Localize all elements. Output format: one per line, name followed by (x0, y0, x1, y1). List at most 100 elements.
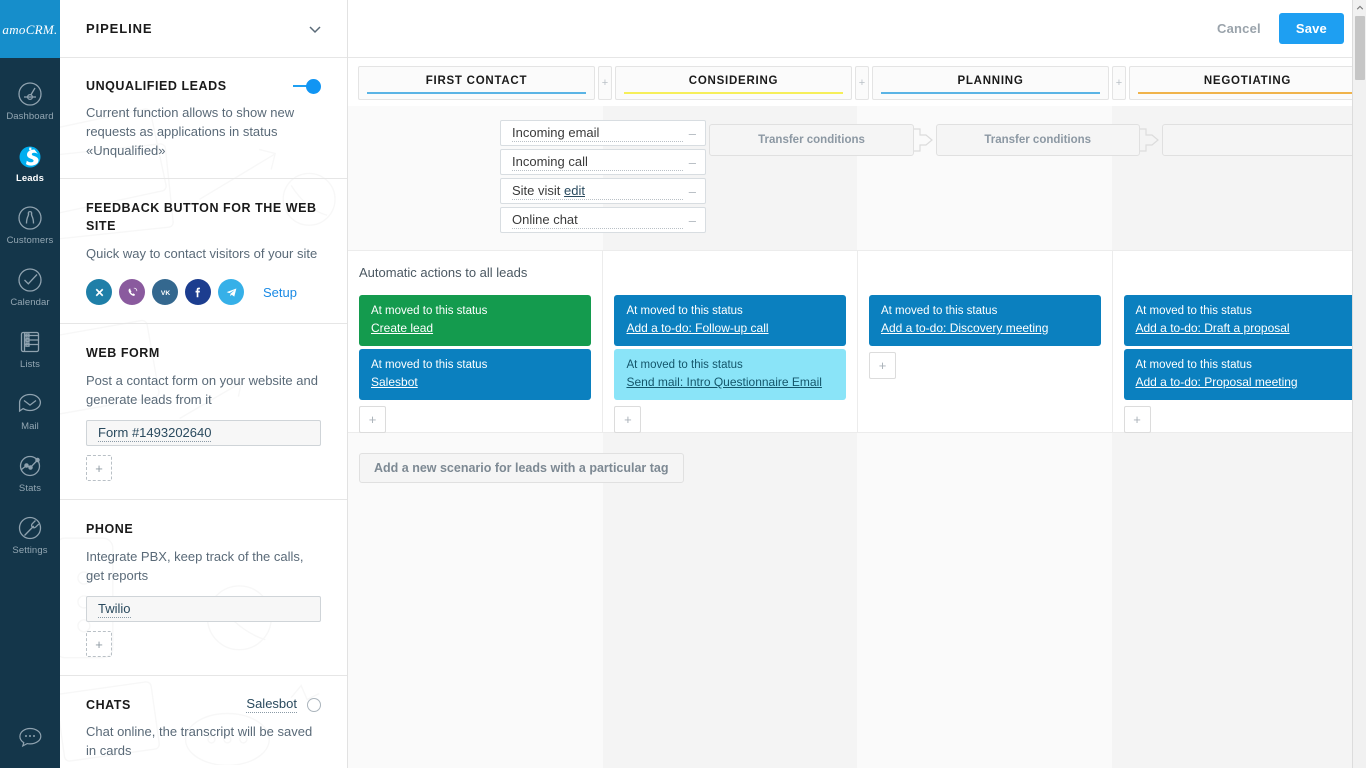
action-card[interactable]: At moved to this status Add a to-do: Fol… (614, 295, 846, 346)
action-card[interactable]: At moved to this status Add a to-do: Dis… (869, 295, 1101, 346)
stage-label: PLANNING (957, 75, 1023, 87)
sidebar-item-mail[interactable]: Mail (0, 380, 60, 442)
transfer-conditions-planning[interactable]: Transfer conditions (936, 124, 1140, 156)
stage-color-bar (881, 92, 1100, 95)
web-form-item[interactable]: Form #1493202640 (86, 420, 321, 446)
sidebar-item-label: Dashboard (6, 112, 53, 122)
brand-logo[interactable]: amoCRM. (0, 0, 60, 58)
lead-source-item[interactable]: Online chat – (500, 207, 706, 233)
sidebar-item-dashboard[interactable]: Dashboard (0, 70, 60, 132)
column-bg-planning (857, 106, 1112, 768)
lead-source-edit-link[interactable]: edit (564, 183, 585, 198)
add-stage-button[interactable]: + (598, 66, 612, 100)
sidebar-item-lists[interactable]: Lists (0, 318, 60, 380)
stage-header-negotiating[interactable]: NEGOTIATING (1129, 66, 1366, 100)
leads-icon (16, 142, 44, 170)
add-action-button[interactable]: + (869, 352, 896, 379)
column-bg-negotiating (1112, 106, 1366, 768)
remove-source-icon[interactable]: – (689, 184, 696, 199)
action-card-stack: At moved to this status Create lead At m… (359, 295, 591, 433)
transfer-conditions-considering[interactable]: Transfer conditions (709, 124, 913, 156)
action-card[interactable]: At moved to this status Send mail: Intro… (614, 349, 846, 400)
sidebar-item-label: Settings (12, 546, 47, 556)
nav-item-list: Dashboard Leads (0, 58, 60, 566)
add-action-button[interactable]: + (359, 406, 386, 433)
lead-source-item[interactable]: Incoming call – (500, 149, 706, 175)
brand-label: amoCRM. (2, 22, 57, 38)
section-title: PHONE (86, 522, 133, 536)
close-x-icon[interactable] (86, 279, 112, 305)
sidebar-item-customers[interactable]: Customers (0, 194, 60, 256)
sidebar-item-leads[interactable]: Leads (0, 132, 60, 194)
add-stage-button[interactable]: + (855, 66, 869, 100)
section-description: Quick way to contact visitors of your si… (86, 244, 321, 263)
svg-text:VK: VK (160, 290, 169, 297)
action-trigger: At moved to this status (1136, 358, 1344, 373)
action-name: Add a to-do: Discovery meeting (881, 320, 1089, 336)
viber-icon[interactable] (119, 279, 145, 305)
action-card-stack: At moved to this status Add a to-do: Dis… (869, 295, 1101, 379)
action-trigger: At moved to this status (626, 358, 834, 373)
vertical-scrollbar[interactable] (1352, 0, 1366, 768)
sidebar-item-calendar[interactable]: Calendar (0, 256, 60, 318)
stage-label: NEGOTIATING (1204, 75, 1291, 87)
section-chats: CHATS Salesbot Chat online, the transcri… (60, 676, 347, 768)
stage-header-planning[interactable]: PLANNING (872, 66, 1109, 100)
stage-label: CONSIDERING (689, 75, 778, 87)
lead-source-label: Site visit edit (512, 183, 683, 200)
section-description: Current function allows to show new requ… (86, 103, 321, 160)
sidebar-item-label: Customers (7, 236, 54, 246)
salesbot-toggle[interactable] (307, 698, 321, 712)
automation-column-negotiating: At moved to this status Add a to-do: Dra… (1112, 251, 1366, 432)
action-card[interactable]: At moved to this status Add a to-do: Dra… (1124, 295, 1356, 346)
transfer-conditions-negotiating[interactable] (1162, 124, 1366, 156)
feedback-setup-link[interactable]: Setup (263, 285, 297, 300)
save-button[interactable]: Save (1279, 13, 1344, 44)
scroll-up-icon[interactable] (1353, 0, 1366, 15)
section-title: WEB FORM (86, 346, 160, 360)
calendar-icon (16, 266, 44, 294)
action-card[interactable]: At moved to this status Salesbot (359, 349, 591, 400)
scrollbar-thumb[interactable] (1355, 16, 1365, 80)
add-phone-button[interactable]: + (86, 631, 112, 657)
add-action-button[interactable]: + (614, 406, 641, 433)
sidebar-item-stats[interactable]: Stats (0, 442, 60, 504)
stage-header-considering[interactable]: CONSIDERING (615, 66, 852, 100)
phone-integration-label: Twilio (98, 601, 131, 618)
sidebar-item-label: Leads (16, 174, 44, 184)
vk-icon[interactable]: VK (152, 279, 178, 305)
facebook-icon[interactable] (185, 279, 211, 305)
phone-integration-item[interactable]: Twilio (86, 596, 321, 622)
add-action-button[interactable]: + (1124, 406, 1151, 433)
sidebar-item-settings[interactable]: Settings (0, 504, 60, 566)
section-title: UNQUALIFIED LEADS (86, 79, 291, 93)
section-unqualified-leads: UNQUALIFIED LEADS Current function allow… (60, 58, 347, 179)
top-toolbar: Cancel Save (348, 0, 1366, 58)
telegram-icon[interactable] (218, 279, 244, 305)
salesbot-link[interactable]: Salesbot (246, 696, 297, 713)
action-card-stack: At moved to this status Add a to-do: Dra… (1124, 295, 1356, 433)
action-card[interactable]: At moved to this status Create lead (359, 295, 591, 346)
lead-source-item[interactable]: Incoming email – (500, 120, 706, 146)
lead-source-item[interactable]: Site visit edit – (500, 178, 706, 204)
add-web-form-button[interactable]: + (86, 455, 112, 481)
unqualified-leads-toggle[interactable] (291, 78, 321, 94)
add-scenario-button[interactable]: Add a new scenario for leads with a part… (359, 453, 684, 483)
panel-header: PIPELINE (60, 0, 347, 58)
remove-source-icon[interactable]: – (689, 126, 696, 141)
remove-source-icon[interactable]: – (689, 213, 696, 228)
automation-band: Automatic actions to all leads At moved … (348, 250, 1366, 433)
transfer-arrow-icon (914, 123, 936, 157)
stage-header-first-contact[interactable]: FIRST CONTACT (358, 66, 595, 100)
chevron-down-icon[interactable] (307, 21, 323, 37)
add-stage-button[interactable]: + (1112, 66, 1126, 100)
action-name: Send mail: Intro Questionnaire Email (626, 374, 834, 390)
action-name: Salesbot (371, 374, 579, 390)
lead-source-label: Incoming call (512, 154, 683, 171)
remove-source-icon[interactable]: – (689, 155, 696, 170)
app-root: amoCRM. Dashboard L (0, 0, 1366, 768)
cancel-button[interactable]: Cancel (1217, 21, 1261, 36)
main-area: Cancel Save FIRST CONTACT + CONSIDERING (348, 0, 1366, 768)
action-card[interactable]: At moved to this status Add a to-do: Pro… (1124, 349, 1356, 400)
chat-bubble-icon[interactable] (0, 714, 60, 762)
